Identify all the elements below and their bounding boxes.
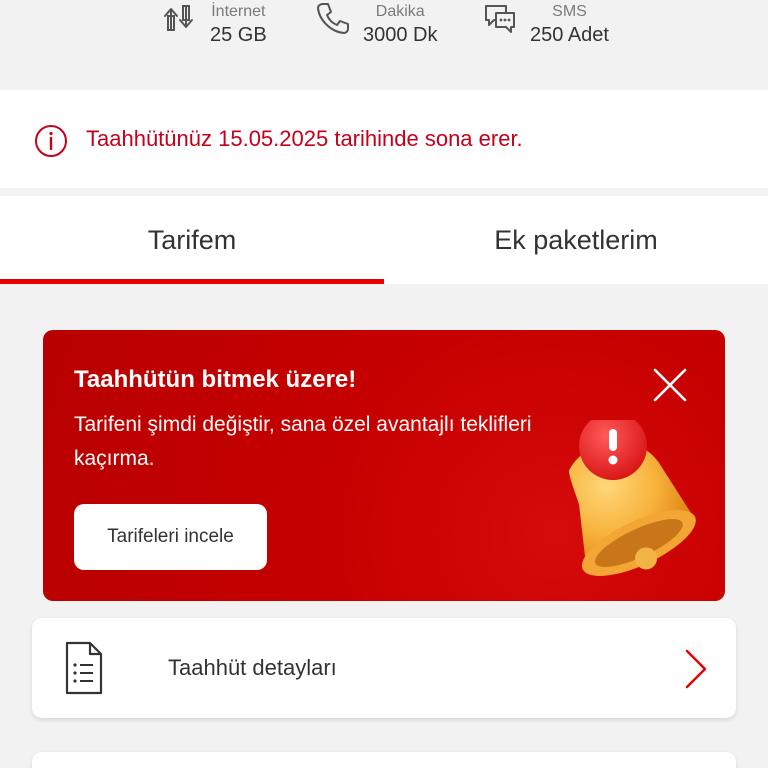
usage-minutes-label: Dakika <box>375 3 425 20</box>
usage-sms-label: SMS <box>552 3 587 20</box>
promo-title: Taahhütün bitmek üzere! <box>74 366 357 393</box>
usage-sms: SMS 250 Adet <box>482 0 609 48</box>
phone-icon <box>317 3 349 34</box>
usage-internet: İnternet 25 GB <box>162 0 267 48</box>
tab-tarifem[interactable]: Tarifem <box>0 196 384 284</box>
commitment-details-label: Taahhüt detayları <box>168 655 337 680</box>
promo-banner: Taahhütün bitmek üzere! Tarifeni şimdi d… <box>43 330 725 601</box>
tab-ek-paketlerim[interactable]: Ek paketlerim <box>384 196 768 284</box>
commitment-notice-text: Taahhütünüz 15.05.2025 tarihinde sona er… <box>86 126 523 151</box>
tab-bar: Tarifem Ek paketlerim <box>0 196 768 284</box>
data-transfer-icon <box>164 5 193 31</box>
usage-minutes: Dakika 3000 Dk <box>315 0 438 48</box>
usage-sms-value: 250 Adet <box>530 24 609 46</box>
list-item[interactable] <box>32 752 736 768</box>
commitment-notice: Taahhütünüz 15.05.2025 tarihinde sona er… <box>0 90 768 188</box>
usage-minutes-value: 3000 Dk <box>363 24 438 46</box>
chevron-right-icon <box>685 649 707 689</box>
chat-bubbles-icon <box>485 5 515 33</box>
info-icon <box>35 125 67 157</box>
close-icon[interactable] <box>651 366 689 404</box>
bell-alert-icon <box>568 420 696 576</box>
commitment-details-row[interactable]: Taahhüt detayları <box>32 618 736 718</box>
usage-summary: İnternet 25 GB Dakika 3000 Dk SMS 250 Ad… <box>0 0 768 90</box>
view-tariffs-button[interactable]: Tarifeleri incele <box>74 504 267 570</box>
usage-internet-value: 25 GB <box>210 24 267 46</box>
document-icon <box>65 641 103 695</box>
usage-internet-label: İnternet <box>211 3 266 20</box>
